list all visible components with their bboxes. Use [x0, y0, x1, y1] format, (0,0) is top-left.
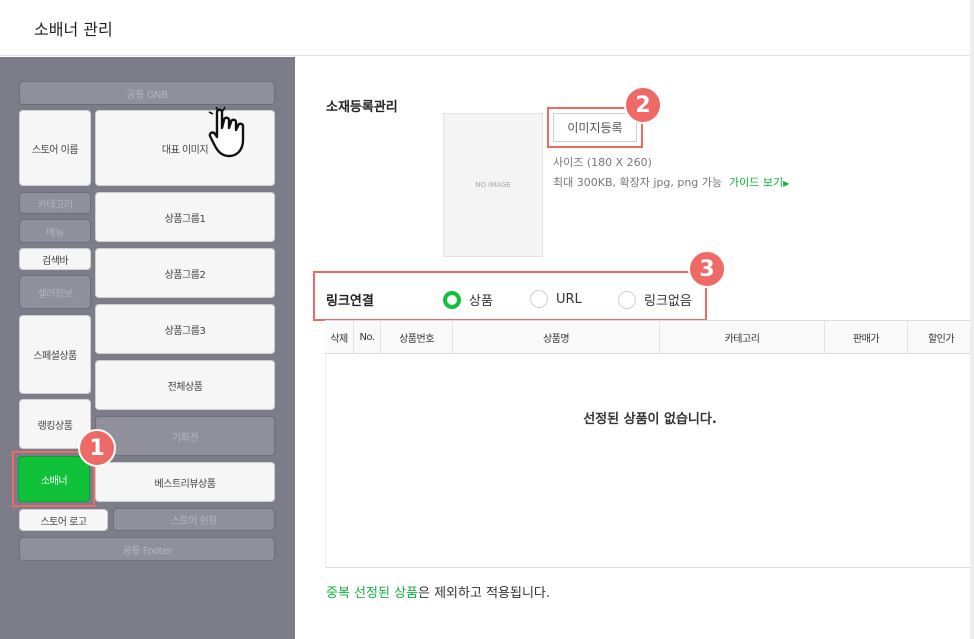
col-delete: 삭제 [325, 321, 354, 353]
col-price: 판매가 [825, 321, 908, 353]
radio-url-circle[interactable] [530, 290, 548, 308]
col-no: No. [354, 321, 381, 353]
col-category: 카테고리 [660, 321, 825, 353]
step-badge-1: 1 [78, 429, 116, 467]
step-badge-2: 2 [624, 86, 662, 124]
category-block[interactable]: 카테고리 [19, 192, 91, 214]
image-register-button[interactable]: 이미지등록 [553, 113, 637, 142]
seller-info-block[interactable]: 셀러정보 [19, 275, 91, 309]
hand-cursor-icon [208, 106, 245, 158]
footnote-highlight: 중복 선정된 상품 [326, 586, 418, 601]
radio-no-link-label: 링크없음 [644, 294, 692, 309]
no-image-text: NO IMAGE [475, 181, 511, 189]
radio-no-link-circle[interactable] [618, 290, 636, 309]
size-info: 사이즈 (180 X 260) [553, 156, 652, 169]
radio-product-label: 상품 [469, 294, 493, 309]
promotion-block[interactable]: 기획전 [95, 416, 275, 456]
step-badge-3: 3 [688, 250, 726, 288]
limit-info-text: 최대 300KB, 확장자 jpg, png 가능 [553, 176, 723, 189]
small-banner-block[interactable]: 소배너 [18, 456, 90, 502]
special-product-block[interactable]: 스페셜상품 [19, 315, 91, 394]
product-group-1-block[interactable]: 상품그룹1 [95, 192, 275, 242]
scrollbar-track[interactable] [970, 0, 974, 639]
material-label: 소재등록관리 [326, 100, 398, 115]
store-name-block[interactable]: 스토어 이름 [19, 110, 91, 186]
image-preview: NO IMAGE [443, 113, 543, 257]
empty-message: 선정된 상품이 없습니다. [583, 412, 717, 427]
footnote-rest: 은 제외하고 적용됩니다. [418, 586, 550, 601]
store-status-block[interactable]: 스토어 현황 [113, 508, 275, 531]
search-bar-block[interactable]: 검색바 [19, 248, 91, 270]
footnote: 중복 선정된 상품은 제외하고 적용됩니다. [326, 582, 550, 601]
guide-arrow-icon: ▶ [783, 179, 790, 188]
col-discount-price: 할인가 [927, 333, 955, 345]
product-group-2-block[interactable]: 상품그룹2 [95, 248, 275, 298]
radio-url[interactable]: URL [530, 290, 582, 308]
product-table-header: 삭제 No. 상품번호 상품명 카테고리 판매가 할인가 [325, 320, 974, 354]
all-products-block[interactable]: 전체상품 [95, 360, 275, 410]
page-title: 소배너 관리 [34, 20, 113, 39]
menu-block[interactable]: 메뉴 [19, 219, 91, 243]
footer-block[interactable]: 공통 Footer [19, 537, 275, 561]
radio-no-link[interactable]: 링크없음 [618, 290, 692, 309]
link-label: 링크연결 [326, 294, 374, 309]
best-review-product-block[interactable]: 베스트리뷰상품 [95, 462, 275, 502]
radio-url-label: URL [556, 291, 582, 307]
radio-product-circle[interactable] [443, 290, 461, 309]
radio-product[interactable]: 상품 [443, 290, 493, 309]
gnb-block[interactable]: 공통 GNB [19, 81, 275, 105]
product-table-body: 선정된 상품이 없습니다. [325, 354, 974, 568]
col-product-name: 상품명 [453, 321, 660, 353]
product-group-3-block[interactable]: 상품그룹3 [95, 304, 275, 354]
limit-info: 최대 300KB, 확장자 jpg, png 가능 가이드 보기▶ [553, 174, 789, 190]
col-product-number: 상품번호 [381, 321, 453, 353]
guide-link[interactable]: 가이드 보기 [729, 176, 783, 189]
page-header: 소배너 관리 [0, 0, 974, 56]
store-logo-block[interactable]: 스토어 로고 [19, 509, 108, 531]
